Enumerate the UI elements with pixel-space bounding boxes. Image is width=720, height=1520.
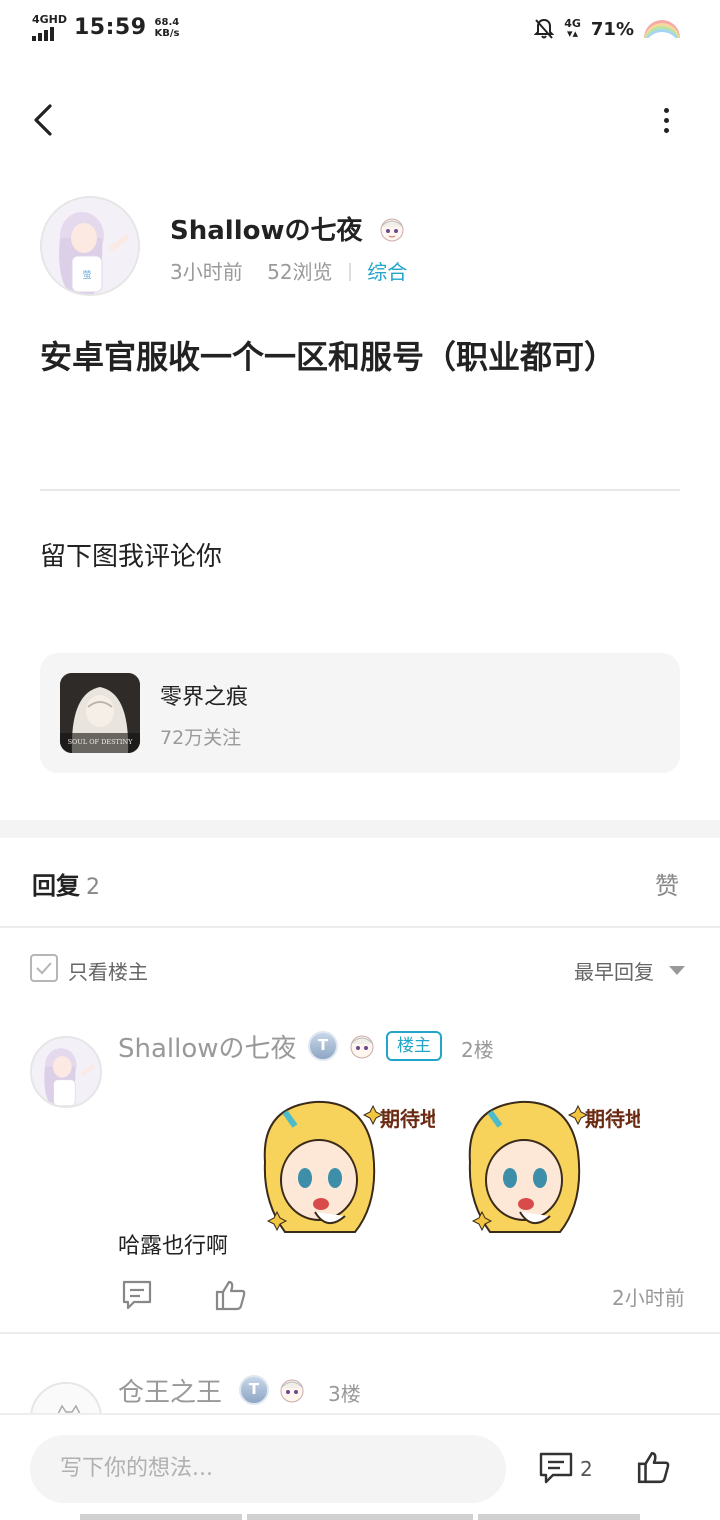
author-name-text: Shallowの七夜 <box>170 216 363 246</box>
replies-title: 回复 <box>32 872 80 900</box>
network-speed: 68.4 KB/s <box>155 17 180 39</box>
section-gap <box>0 820 720 838</box>
signal-indicator: 4GHD <box>32 14 68 41</box>
comment-divider <box>0 1332 720 1334</box>
game-icon-title: SOUL OF DESTINY <box>68 738 134 746</box>
only-op-label[interactable]: 只看楼主 <box>68 956 148 985</box>
replies-count: 2 <box>86 875 100 900</box>
reply-button[interactable] <box>120 1278 154 1312</box>
post-time: 3小时前 <box>170 260 243 284</box>
replies-header: 回复 2 <box>32 866 100 901</box>
cellular-indicator: 4G ▾▴ <box>564 18 581 40</box>
post-views: 52浏览 <box>267 260 333 284</box>
sticker-image[interactable]: 期待地搓手 <box>255 1092 480 1252</box>
meta-divider <box>348 263 351 281</box>
clock: 15:59 <box>74 15 147 40</box>
post-like-button[interactable] <box>636 1449 672 1485</box>
nav-gesture-bar <box>80 1514 242 1520</box>
floor-number: 2楼 <box>461 1038 494 1062</box>
network-type: 4GHD <box>32 13 68 26</box>
more-button[interactable] <box>650 100 682 140</box>
comments-count: 2 <box>580 1457 593 1481</box>
game-followers: 72万关注 <box>160 727 242 749</box>
post-body: 留下图我评论你 <box>40 542 223 572</box>
level-badge-text: T <box>248 1380 260 1398</box>
comments-button[interactable] <box>538 1451 574 1485</box>
more-vertical-icon <box>663 107 669 113</box>
network-speed-unit: KB/s <box>154 27 180 39</box>
sticker-caption: 期待地搓手 <box>380 1107 435 1131</box>
back-button[interactable] <box>28 100 60 140</box>
comment-time: 2小时前 <box>612 1286 685 1310</box>
rubbing-hands-sticker-icon: 期待地搓手 <box>263 1100 480 1233</box>
anime-girl-avatar-icon: 萤 <box>42 198 138 294</box>
paimon-badge-icon <box>350 1035 374 1059</box>
paimon-badge-icon <box>380 218 404 242</box>
op-tag: 楼主 <box>386 1031 442 1061</box>
bottom-action-bar: 写下你的想法... 2 <box>0 1413 720 1520</box>
author-name[interactable]: Shallowの七夜 <box>170 210 408 247</box>
only-op-checkbox[interactable] <box>30 954 58 982</box>
thumbs-up-icon <box>637 1451 670 1484</box>
level-badge-text: T <box>317 1036 329 1054</box>
signal-bars-icon <box>32 27 68 41</box>
thumbs-up-icon <box>215 1280 246 1311</box>
chevron-left-icon <box>34 104 52 136</box>
post-category-link[interactable]: 综合 <box>367 260 407 284</box>
comment-icon <box>122 1280 152 1310</box>
comment-avatar[interactable] <box>30 1036 102 1108</box>
level-badge-icon: T <box>308 1031 338 1061</box>
nav-gesture-bar <box>247 1514 473 1520</box>
title-divider <box>40 489 680 491</box>
sticker-image[interactable]: 期待地搓手 <box>460 1092 685 1252</box>
post-title: 安卓官服收一个一区和服号（职业都可） <box>40 338 617 376</box>
comment-author[interactable]: Shallowの七夜 <box>118 1028 297 1065</box>
anime-girl-avatar-icon <box>32 1038 100 1106</box>
like-button[interactable] <box>214 1278 248 1312</box>
comment-icon <box>539 1452 573 1484</box>
game-name: 零界之痕 <box>160 685 249 710</box>
replies-divider <box>0 926 720 928</box>
floor-number: 3楼 <box>328 1382 361 1406</box>
level-badge-icon: T <box>239 1375 269 1405</box>
game-icon: SOUL OF DESTINY <box>60 673 140 753</box>
bell-mute-icon <box>534 18 555 39</box>
svg-text:萤: 萤 <box>82 269 91 281</box>
caret-down-icon[interactable] <box>669 966 685 975</box>
post-meta: 3小时前 52浏览 综合 <box>170 256 407 285</box>
sticker-caption: 期待地搓手 <box>585 1107 640 1131</box>
like-tab[interactable]: 赞 <box>655 866 679 901</box>
game-card[interactable]: SOUL OF DESTINY 零界之痕 72万关注 <box>40 653 680 773</box>
author-avatar[interactable]: 萤 <box>40 196 140 296</box>
sort-dropdown[interactable]: 最早回复 <box>574 956 654 985</box>
battery-level: 71% <box>590 18 634 40</box>
comment-author[interactable]: 仓王之王 <box>118 1372 222 1409</box>
comment-input[interactable]: 写下你的想法... <box>30 1435 506 1503</box>
status-bar: 4GHD 15:59 68.4 KB/s 4G ▾▴ 71% <box>0 0 720 64</box>
network-speed-value: 68.4 <box>154 16 180 28</box>
battery-rainbow-icon <box>644 20 680 38</box>
data-arrows-icon: ▾▴ <box>567 27 579 40</box>
nav-gesture-bar <box>478 1514 640 1520</box>
checkmark-icon <box>36 962 52 975</box>
rubbing-hands-sticker-icon: 期待地搓手 <box>468 1100 685 1233</box>
paimon-badge-icon <box>280 1379 304 1403</box>
comment-text: 哈露也行啊 <box>118 1234 229 1259</box>
